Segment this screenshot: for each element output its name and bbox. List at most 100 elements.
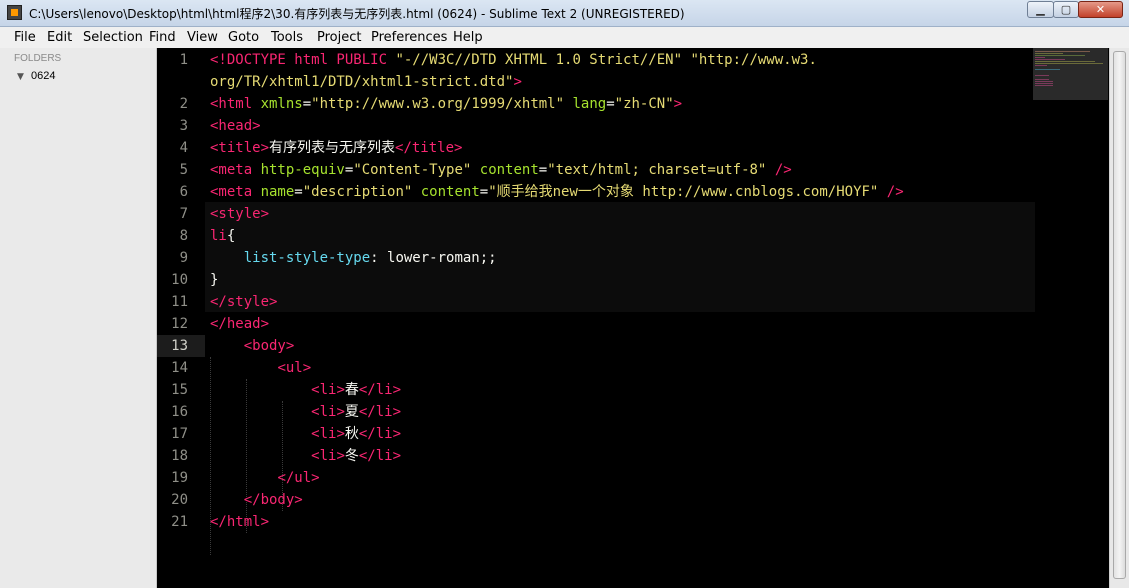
minimap[interactable] [1033,48,1108,100]
window-title: C:\Users\lenovo\Desktop\html\html程序2\30.… [29,7,685,21]
line-number[interactable]: 21 [148,511,188,533]
code-line[interactable]: <li>冬</li> [210,445,401,467]
minimap-line [1035,83,1053,84]
menu-edit[interactable]: Edit [47,30,72,45]
code-token: <title> [210,140,270,156]
maximize-button[interactable]: ▢ [1053,1,1079,18]
line-number[interactable]: 18 [148,445,188,467]
minimap-line [1035,57,1045,58]
menu-goto[interactable]: Goto [228,30,259,45]
close-button[interactable]: ✕ [1078,1,1123,18]
code-token: </style> [210,294,278,310]
minimap-line [1035,75,1049,76]
menu-project[interactable]: Project [317,30,361,45]
code-line[interactable]: org/TR/xhtml1/DTD/xhtml1-strict.dtd"> [210,71,522,93]
line-number[interactable]: 10 [148,269,188,291]
code-line[interactable]: </ul> [210,467,319,489]
sidebar-folder-0624[interactable]: 0624 [31,70,55,82]
code-line[interactable]: <li>秋</li> [210,423,401,445]
code-token: = [606,96,615,112]
menu-preferences[interactable]: Preferences [371,30,447,45]
line-number[interactable]: 15 [148,379,188,401]
menu-file[interactable]: File [14,30,36,45]
line-number[interactable]: 3 [148,115,188,137]
code-line[interactable]: <li>夏</li> [210,401,401,423]
code-token: </head> [210,316,270,332]
code-token: name [260,184,295,200]
code-line[interactable]: list-style-type: lower-roman;; [210,247,497,269]
code-line[interactable]: } [210,269,218,291]
minimap-line [1035,63,1103,64]
code-line[interactable]: <!DOCTYPE html PUBLIC "-//W3C//DTD XHTML… [210,49,817,71]
vertical-scrollbar[interactable] [1109,48,1129,588]
code-token: http-equiv [260,162,345,178]
line-number[interactable]: 4 [148,137,188,159]
code-token: </li> [358,404,402,420]
line-number-gutter[interactable]: 1 2 3 4 5 6 7 8 9 10 11 12 13 14 15 16 17 18 19 20 21 [157,48,205,588]
line-number[interactable]: 1 [148,49,188,71]
code-token: xmlns [260,96,303,112]
line-number[interactable]: 11 [148,291,188,313]
code-token: <body> [243,338,295,354]
code-token: <!DOCTYPE html PUBLIC [210,52,396,68]
code-line[interactable]: </head> [210,313,269,335]
code-token: content [479,162,539,178]
line-number[interactable]: 14 [148,357,188,379]
code-line[interactable]: </style> [210,291,277,313]
minimap-line [1035,79,1049,80]
menu-help[interactable]: Help [453,30,483,45]
code-line[interactable]: <body> [210,335,295,357]
line-number[interactable]: 12 [148,313,188,335]
code-line[interactable]: <li>春</li> [210,379,401,401]
line-number[interactable]: 16 [148,401,188,423]
line-number[interactable]: 20 [148,489,188,511]
code-line[interactable]: <ul> [210,357,311,379]
code-token: "http://www.w3.org/1999/xhtml" [311,96,565,112]
line-number[interactable]: 6 [148,181,188,203]
code-line[interactable]: </html> [210,511,269,533]
line-number[interactable]: 2 [148,93,188,115]
code-line[interactable]: <meta http-equiv="Content-Type" content=… [210,159,792,181]
code-line[interactable]: <meta name="description" content="顺手给我ne… [210,181,904,203]
code-line[interactable]: <title>有序列表与无序列表</title> [210,137,462,159]
minimap-line [1035,69,1060,70]
code-line[interactable]: <style> [210,203,269,225]
menu-view[interactable]: View [187,30,218,45]
code-line[interactable]: <head> [210,115,261,137]
line-number[interactable]: 7 [148,203,188,225]
sublime-app-icon[interactable] [7,5,22,20]
code-line[interactable]: <html xmlns="http://www.w3.org/1999/xhtm… [210,93,682,115]
code-token: <meta [210,184,261,200]
code-editor[interactable]: 1 2 3 4 5 6 7 8 9 10 11 12 13 14 15 16 17 18 19 20 21 <!DOCT… [157,48,1109,588]
code-token: </li> [358,426,402,442]
line-number[interactable]: 9 [148,247,188,269]
line-number[interactable]: 13 [148,335,188,357]
menu-tools[interactable]: Tools [271,30,303,45]
code-token: "text/html; charset=utf-8" [547,162,767,178]
menu-find[interactable]: Find [149,30,176,45]
code-token: = [302,96,312,112]
title-bar[interactable]: C:\Users\lenovo\Desktop\html\html程序2\30.… [0,0,1129,27]
highlight-band [205,202,1035,224]
code-line[interactable]: </body> [210,489,303,511]
line-number[interactable]: 19 [148,467,188,489]
code-token: "Content-Type" [353,162,472,178]
code-line[interactable]: li{ [210,225,235,247]
code-token: > [513,74,522,90]
menu-selection[interactable]: Selection [83,30,143,45]
sidebar: FOLDERS ▼ 0624 [0,48,157,588]
code-token: </body> [243,492,303,508]
minimize-button[interactable]: ▁ [1027,1,1054,18]
scrollbar-thumb[interactable] [1113,51,1126,579]
line-number[interactable]: 17 [148,423,188,445]
code-token: 春 [344,382,359,398]
expand-arrow-icon[interactable]: ▼ [17,72,24,82]
line-number[interactable]: 8 [148,225,188,247]
line-number[interactable]: 5 [148,159,188,181]
